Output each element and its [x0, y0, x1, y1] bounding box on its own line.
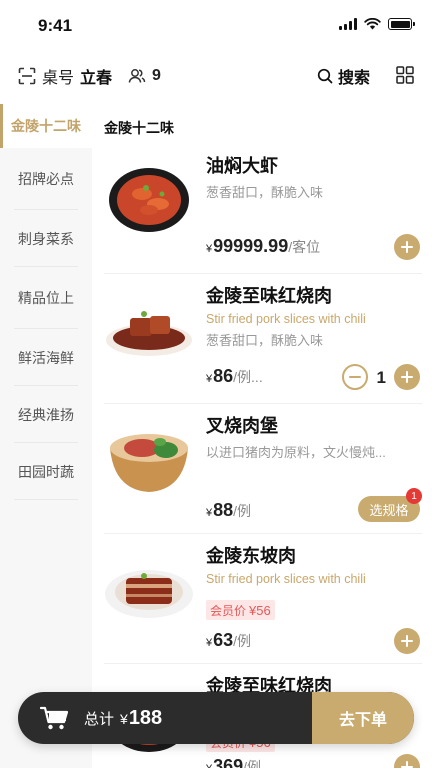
- cart-icon: [40, 706, 69, 730]
- scan-icon[interactable]: [18, 67, 36, 85]
- decrease-button[interactable]: [342, 364, 368, 390]
- dish-price: ¥ 63 /例: [206, 630, 252, 650]
- status-time: 9:41: [38, 16, 73, 35]
- people-count: 9: [152, 67, 161, 84]
- dish-card[interactable]: 叉烧肉堡 以进口猪肉为原料，文火慢炖... ¥ 88 /例 选规格 1: [104, 404, 422, 534]
- sidebar-item-seafood[interactable]: 鲜活海鲜: [0, 329, 92, 386]
- quantity-value: 1: [376, 368, 386, 387]
- people-info[interactable]: 9: [128, 67, 161, 85]
- search-icon: [317, 68, 333, 84]
- section-title: 金陵十二味: [104, 120, 174, 136]
- cart-total-label: 总计: [84, 710, 115, 728]
- dish-name: 油焖大虾: [206, 156, 278, 176]
- battery-icon: [388, 18, 415, 30]
- sidebar-item-signature[interactable]: 招牌必点: [0, 148, 92, 210]
- dish-name: 叉烧肉堡: [206, 416, 278, 436]
- cart-total: ¥ 188: [120, 706, 163, 729]
- status-icons: [339, 18, 415, 30]
- select-spec-button[interactable]: 选规格 1: [358, 488, 422, 522]
- spec-count-badge: 1: [406, 488, 422, 504]
- dish-photo-braised-pork: [106, 311, 192, 356]
- sidebar-item-premium[interactable]: 精品位上: [0, 267, 92, 329]
- add-button[interactable]: [394, 628, 420, 654]
- grid-view-icon[interactable]: [396, 66, 414, 84]
- dish-card[interactable]: 金陵至味红烧肉 Stir fried pork slices with chil…: [104, 274, 422, 404]
- search-label: 搜索: [337, 70, 370, 87]
- dish-english-name: Stir fried pork slices with chili: [206, 572, 366, 586]
- dish-price: ¥ 99999.99 /客位: [206, 236, 321, 256]
- cart-bar: 总计 ¥ 188 去下单: [18, 692, 414, 744]
- dish-list: 金陵十二味 油焖大虾 葱香甜口，酥脆入味 ¥ 99999.99 /客位 金陵至味…: [92, 104, 432, 768]
- table-info: 桌号 立春 9: [18, 64, 161, 88]
- dish-name: 金陵至味红烧肉: [206, 286, 332, 306]
- dish-card[interactable]: 金陵东坡肉 Stir fried pork slices with chili …: [104, 534, 422, 664]
- dish-photo-char-siu: [110, 434, 188, 492]
- people-icon: [128, 69, 146, 83]
- add-button[interactable]: [394, 754, 420, 768]
- sidebar-item-vegetables[interactable]: 田园时蔬: [0, 443, 92, 500]
- category-sidebar: 金陵十二味 招牌必点 刺身菜系 精品位上 鲜活海鲜 经典淮扬 田园时蔬: [0, 104, 92, 768]
- dish-desc: 以进口猪肉为原料，文火慢炖...: [206, 445, 386, 460]
- wifi-icon: [364, 18, 381, 30]
- cart-summary[interactable]: 总计 ¥ 188: [18, 692, 312, 744]
- dish-desc: 葱香甜口，酥脆入味: [206, 333, 324, 348]
- dish-name: 金陵东坡肉: [206, 546, 296, 566]
- dish-price: ¥ 369 /例: [206, 756, 262, 768]
- dish-price: ¥ 88 /例: [206, 500, 252, 520]
- dish-photo-dongpo-pork: [105, 570, 193, 618]
- table-label: 桌号: [42, 70, 75, 87]
- member-price-tag: 会员价 ¥56: [206, 600, 275, 620]
- sidebar-item-jinling[interactable]: 金陵十二味: [0, 104, 92, 148]
- add-button[interactable]: [394, 364, 420, 390]
- dish-desc: 葱香甜口，酥脆入味: [206, 185, 324, 200]
- signal-icon: [339, 18, 357, 30]
- status-bar: 9:41: [0, 0, 432, 52]
- add-button[interactable]: [394, 234, 420, 260]
- search-button[interactable]: 搜索: [317, 64, 370, 88]
- checkout-button[interactable]: 去下单: [312, 692, 414, 744]
- dish-photo-shrimp: [109, 168, 189, 232]
- dish-english-name: Stir fried pork slices with chili: [206, 312, 366, 326]
- header: 桌号 立春 9 搜索: [0, 56, 432, 96]
- sidebar-item-sashimi[interactable]: 刺身菜系: [0, 210, 92, 267]
- dish-price: ¥ 86 /例...: [206, 366, 263, 386]
- sidebar-item-huaiyang[interactable]: 经典淮扬: [0, 386, 92, 443]
- table-name: 立春: [80, 70, 113, 87]
- dish-card[interactable]: 油焖大虾 葱香甜口，酥脆入味 ¥ 99999.99 /客位: [104, 144, 422, 274]
